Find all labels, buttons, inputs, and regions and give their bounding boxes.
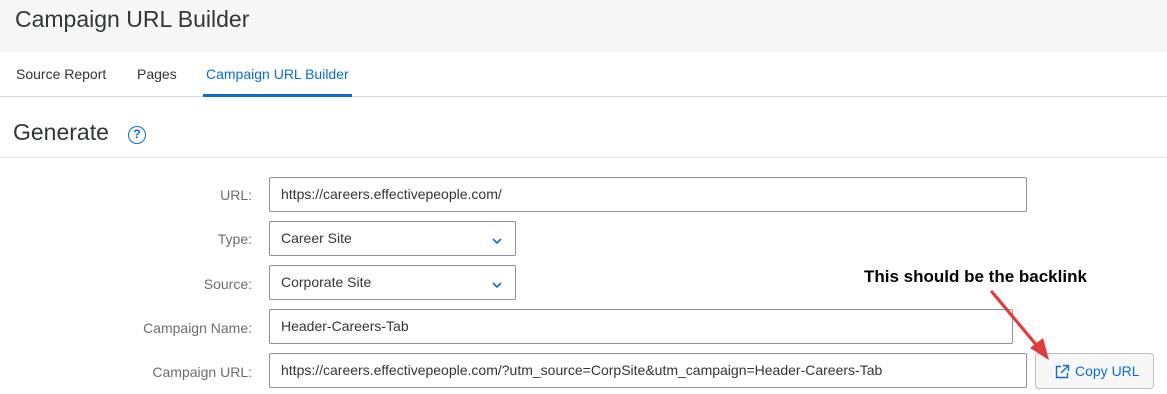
tab-label: Pages — [137, 66, 177, 82]
page-header: Campaign URL Builder — [0, 0, 1167, 52]
url-input[interactable]: https://careers.effectivepeople.com/ — [269, 177, 1027, 212]
annotation-text: This should be the backlink — [864, 267, 1087, 286]
help-icon[interactable]: ? — [128, 126, 146, 144]
section-divider — [0, 157, 1167, 158]
tab-pages[interactable]: Pages — [137, 52, 177, 97]
type-label: Type: — [217, 231, 252, 247]
tab-label: Campaign URL Builder — [206, 66, 349, 82]
type-select[interactable]: Career Site — [269, 221, 516, 256]
copy-url-label: Copy URL — [1075, 363, 1140, 379]
active-tab-indicator — [203, 94, 352, 97]
url-value: https://careers.effectivepeople.com/ — [281, 186, 502, 202]
tab-campaign-url-builder[interactable]: Campaign URL Builder — [203, 52, 352, 97]
type-value: Career Site — [281, 230, 352, 246]
external-link-icon — [1055, 364, 1070, 379]
campaign-name-label: Campaign Name: — [143, 320, 252, 336]
tab-label: Source Report — [16, 66, 107, 82]
source-value: Corporate Site — [281, 274, 372, 290]
chevron-down-icon — [492, 238, 502, 245]
source-select[interactable]: Corporate Site — [269, 265, 516, 300]
tab-bar: Source Report Pages Campaign URL Builder — [0, 52, 1167, 97]
campaign-url-output[interactable]: https://careers.effectivepeople.com/?utm… — [269, 353, 1027, 388]
section-title: Generate — [13, 119, 109, 145]
chevron-down-icon — [492, 282, 502, 289]
tab-source-report[interactable]: Source Report — [16, 52, 106, 97]
page-title: Campaign URL Builder — [15, 6, 250, 32]
campaign-url-label: Campaign URL: — [152, 364, 252, 380]
url-label: URL: — [220, 187, 252, 203]
campaign-url-value: https://careers.effectivepeople.com/?utm… — [281, 362, 883, 378]
annotation-arrow — [990, 290, 1049, 360]
campaign-name-value: Header-Careers-Tab — [281, 318, 409, 334]
campaign-name-input[interactable]: Header-Careers-Tab — [269, 309, 1013, 344]
source-label: Source: — [203, 276, 252, 292]
